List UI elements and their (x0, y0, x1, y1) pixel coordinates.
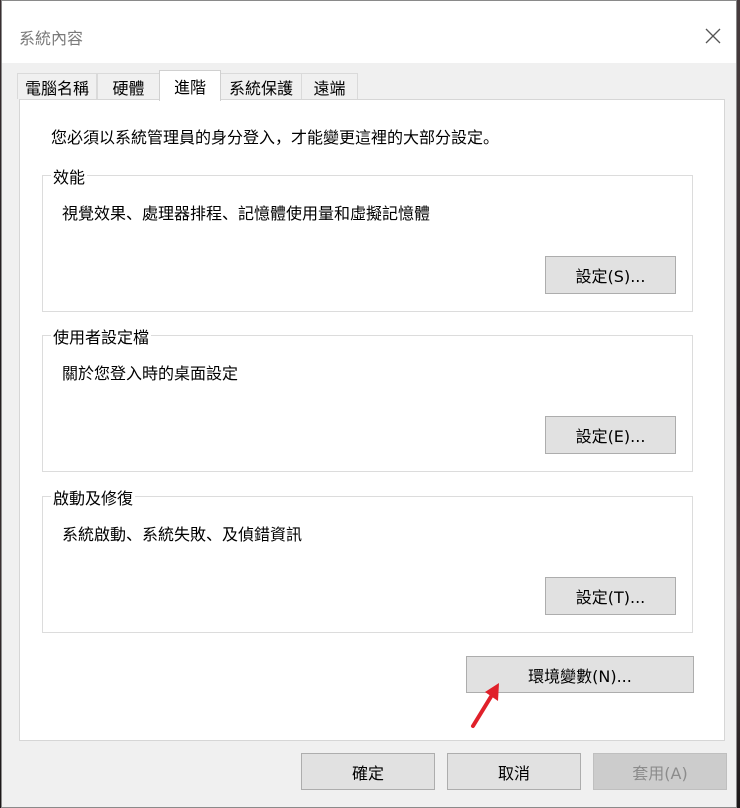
tab-label: 系統保護 (228, 78, 293, 98)
tab-label: 進階 (173, 78, 206, 97)
startup-recovery-settings-button[interactable]: 設定(T)... (545, 577, 676, 615)
cancel-button[interactable]: 取消 (447, 753, 581, 790)
tab-label: 硬體 (112, 78, 145, 98)
startup-recovery-group-label: 啟動及修復 (51, 485, 136, 509)
tab-advanced[interactable]: 進階 (159, 70, 221, 101)
tab-label: 遠端 (313, 78, 346, 98)
window-title: 系統內容 (19, 29, 84, 48)
user-profiles-group-label: 使用者設定檔 (51, 324, 152, 348)
user-profiles-group: 使用者設定檔 關於您登入時的桌面設定 設定(E)... (42, 324, 693, 472)
performance-settings-button[interactable]: 設定(S)... (545, 256, 676, 294)
tab-computer-name[interactable]: 電腦名稱 (17, 73, 97, 99)
user-profiles-description: 關於您登入時的桌面設定 (62, 364, 239, 383)
admin-note: 您必須以系統管理員的身分登入，才能變更這裡的大部分設定。 (51, 128, 500, 147)
performance-group-label: 效能 (51, 164, 88, 188)
apply-button[interactable]: 套用(A) (593, 753, 727, 790)
ok-button[interactable]: 確定 (301, 753, 435, 790)
performance-group: 效能 視覺效果、處理器排程、記憶體使用量和虛擬記憶體 設定(S)... (42, 164, 693, 312)
system-properties-dialog: 系統內容 電腦名稱 硬體 進階 系統保護 遠端 您必須以系統管理員的身分登入，才… (1, 0, 737, 808)
performance-description: 視覺效果、處理器排程、記憶體使用量和虛擬記憶體 (62, 204, 431, 223)
tab-remote[interactable]: 遠端 (301, 73, 358, 99)
advanced-tab-panel: 您必須以系統管理員的身分登入，才能變更這裡的大部分設定。 效能 視覺效果、處理器… (19, 99, 725, 741)
tab-system-protection[interactable]: 系統保護 (220, 73, 302, 99)
tab-label: 電腦名稱 (24, 78, 89, 98)
title-bar: 系統內容 (2, 1, 736, 63)
close-icon (705, 28, 721, 44)
startup-recovery-description: 系統啟動、系統失敗、及偵錯資訊 (62, 525, 303, 544)
environment-variables-button[interactable]: 環境變數(N)... (466, 656, 694, 693)
tab-hardware[interactable]: 硬體 (97, 73, 160, 99)
startup-recovery-group: 啟動及修復 系統啟動、系統失敗、及偵錯資訊 設定(T)... (42, 485, 693, 633)
user-profiles-settings-button[interactable]: 設定(E)... (545, 416, 676, 454)
close-button[interactable] (690, 13, 736, 59)
